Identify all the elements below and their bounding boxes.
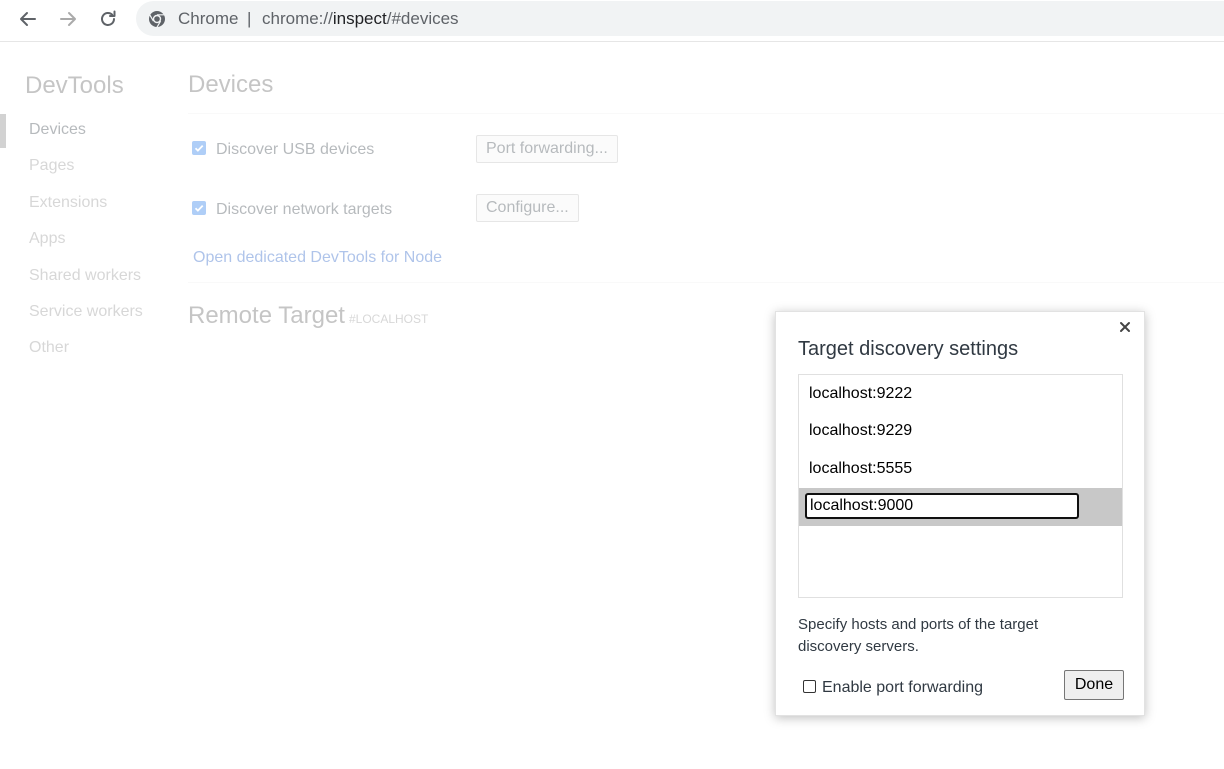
sidebar-item-other[interactable]: Other (0, 332, 143, 368)
header-divider (188, 113, 1224, 114)
sidebar-item-service-workers[interactable]: Service workers (0, 296, 143, 332)
page-title: Devices (188, 71, 274, 98)
checkmark-icon (194, 144, 204, 152)
arrow-right-icon (58, 9, 78, 29)
url-path: /#devices (386, 9, 459, 28)
dialog-title: Target discovery settings (798, 338, 1019, 360)
port-forwarding-button[interactable]: Port forwarding... (476, 135, 618, 163)
host-item-editing (799, 488, 1122, 526)
done-button[interactable]: Done (1064, 670, 1124, 700)
url-host: inspect (332, 9, 387, 28)
sidebar-title: DevTools (25, 72, 124, 99)
remote-target-subtitle: #LOCALHOST (348, 312, 429, 326)
arrow-left-icon (18, 9, 38, 29)
discover-network-checkbox[interactable] (192, 201, 206, 215)
discover-usb-label: Discover USB devices (216, 141, 375, 158)
back-button[interactable] (14, 6, 42, 32)
host-input[interactable] (805, 493, 1079, 519)
remote-target-heading: Remote Target #LOCALHOST (188, 302, 428, 330)
reload-button[interactable] (94, 6, 122, 32)
dialog-description: Specify hosts and ports of the target di… (798, 616, 1039, 655)
site-chip-label: Chrome (178, 9, 239, 28)
discover-network-row: Discover network targets (192, 198, 392, 222)
host-list: localhost:9222 localhost:9229 localhost:… (798, 374, 1123, 598)
forward-button[interactable] (54, 6, 82, 32)
target-discovery-dialog: Target discovery settings localhost:9222… (775, 311, 1145, 716)
sidebar-item-devices[interactable]: Devices (0, 114, 143, 150)
chrome-logo-icon (148, 10, 166, 28)
host-item[interactable]: localhost:5555 (799, 450, 1122, 488)
discover-usb-checkbox[interactable] (192, 141, 206, 155)
url-scheme: chrome:// (262, 9, 333, 28)
enable-port-forwarding-row: Enable port forwarding (803, 678, 983, 698)
host-item[interactable]: localhost:9229 (799, 412, 1122, 450)
sidebar-item-extensions[interactable]: Extensions (0, 187, 143, 223)
host-item[interactable]: localhost:9222 (799, 375, 1122, 413)
sidebar-item-shared-workers[interactable]: Shared workers (0, 260, 143, 296)
url-text: chrome://inspect/#devices (262, 9, 459, 29)
discover-network-label: Discover network targets (216, 201, 393, 218)
remote-target-title: Remote Target (188, 302, 345, 329)
omnibox-separator: | (247, 9, 252, 28)
sidebar-item-pages[interactable]: Pages (0, 150, 143, 186)
enable-port-forwarding-label: Enable port forwarding (822, 679, 983, 696)
reload-icon (98, 9, 118, 29)
checkmark-icon (194, 204, 204, 212)
browser-toolbar: Chrome | chrome://inspect/#devices (0, 0, 1224, 42)
discover-usb-row: Discover USB devices (192, 138, 374, 162)
section-divider (188, 282, 1224, 283)
sidebar-item-apps[interactable]: Apps (0, 223, 143, 259)
sidebar-nav: Devices Pages Extensions Apps Shared wor… (0, 114, 143, 369)
open-node-devtools-link[interactable]: Open dedicated DevTools for Node (193, 249, 442, 267)
address-bar[interactable]: Chrome | chrome://inspect/#devices (136, 1, 1224, 36)
close-icon (1119, 320, 1131, 338)
enable-port-forwarding-checkbox[interactable] (803, 679, 816, 693)
close-button[interactable] (1116, 320, 1134, 338)
configure-button[interactable]: Configure... (476, 194, 579, 222)
